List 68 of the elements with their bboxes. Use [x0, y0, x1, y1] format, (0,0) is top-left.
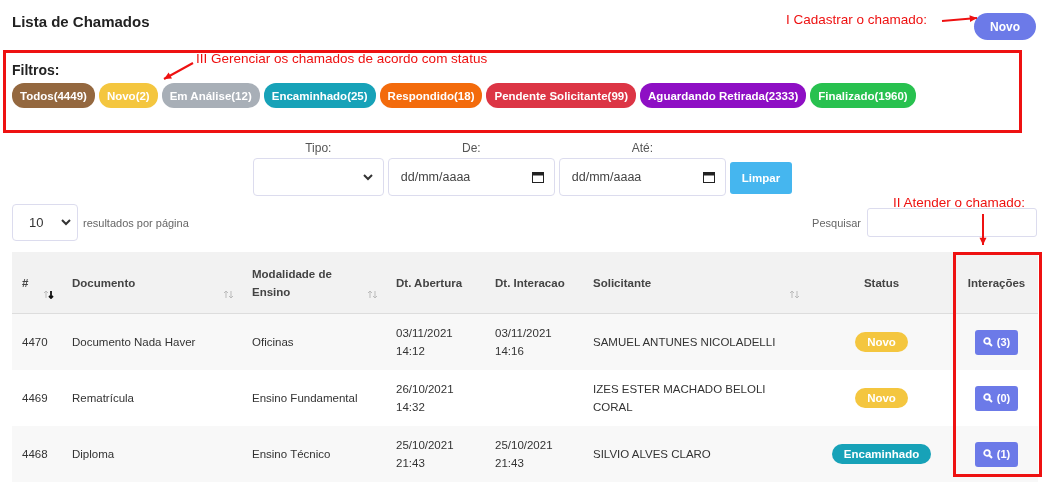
- annotation-text: II Atender o chamado:: [893, 195, 1026, 210]
- id-text: 4469: [22, 391, 48, 406]
- annotation-text: III Gerenciar os chamados de acordo com status: [196, 51, 488, 66]
- date-time-text: 25/10/2021 21:43: [495, 438, 553, 471]
- type-select[interactable]: [252, 158, 384, 196]
- date-time-text: 03/11/2021 14:12: [396, 326, 453, 359]
- document-text: Rematrícula: [72, 391, 134, 406]
- requester-text: SAMUEL ANTUNES NICOLADELLI: [593, 335, 776, 350]
- document-text: Diploma: [72, 447, 115, 462]
- interactions-button[interactable]: (0): [974, 385, 1019, 411]
- requester-text: SILVIO ALVES CLARO: [593, 447, 711, 462]
- annotation-text: I Cadastrar o chamado:: [786, 12, 928, 27]
- filters-label: Filtros:: [12, 62, 60, 78]
- id-text: 4468: [22, 447, 48, 462]
- status-filter-pill[interactable]: Em Análise(12): [161, 83, 260, 108]
- annotation-arrow: [163, 62, 194, 80]
- date-input[interactable]: dd/mm/aaaa: [400, 159, 532, 195]
- date-field[interactable]: dd/mm/aaaa: [387, 158, 555, 196]
- column-header: Status: [808, 252, 955, 314]
- date-field[interactable]: dd/mm/aaaa: [558, 158, 726, 196]
- search-icon: [982, 393, 993, 403]
- requester-text: IZES ESTER MACHADO BELOLI CORAL: [593, 382, 767, 415]
- status-filter-pill[interactable]: Finalizado(1960): [810, 83, 916, 108]
- chevron-down-icon: [362, 173, 373, 181]
- interactions-button[interactable]: (3): [974, 329, 1019, 355]
- column-header: Modalidade de Ensino: [242, 252, 386, 314]
- date-input[interactable]: dd/mm/aaaa: [571, 159, 703, 195]
- column-header: Solicitante: [583, 252, 808, 314]
- status-badge: Novo: [855, 388, 908, 408]
- chevron-down-icon: [61, 219, 71, 226]
- clear-button[interactable]: Limpar: [729, 162, 793, 194]
- modality-text: Ensino Fundamental: [252, 391, 358, 406]
- calendar-icon: [531, 171, 544, 183]
- calendar-icon: [702, 171, 715, 183]
- page-size-select[interactable]: 10: [12, 204, 78, 241]
- new-button[interactable]: Novo: [974, 13, 1036, 40]
- date-time-text: 03/11/2021 14:16: [495, 326, 552, 359]
- status-badge: Encaminhado: [831, 444, 932, 464]
- status-badge: Novo: [855, 332, 908, 352]
- search-label: Pesquisar: [812, 216, 861, 229]
- search-field[interactable]: [867, 208, 1037, 237]
- page-title: Lista de Chamados: [12, 13, 150, 30]
- field-label: De:: [462, 141, 481, 157]
- modality-text: Oficinas: [252, 335, 294, 350]
- field-label: Tipo:: [305, 141, 332, 157]
- column-header: #: [12, 252, 62, 314]
- interactions-button[interactable]: (1): [974, 441, 1019, 467]
- status-filter-pill[interactable]: Respondido(18): [379, 83, 483, 108]
- date-time-text: 25/10/2021 21:43: [396, 438, 454, 471]
- id-text: 4470: [22, 335, 48, 350]
- date-time-text: 26/10/2021 14:32: [396, 382, 454, 415]
- status-filter-pill[interactable]: Encaminhado(25): [263, 83, 376, 108]
- status-filter-pill[interactable]: Aguardando Retirada(2333): [640, 83, 807, 108]
- sort-icon[interactable]: [43, 290, 54, 299]
- column-header: Dt. Interacao: [485, 252, 583, 314]
- document-text: Documento Nada Haver: [72, 335, 196, 350]
- page-size-label: resultados por página: [83, 216, 189, 229]
- status-filter-pill[interactable]: Pendente Solicitante(99): [486, 83, 637, 108]
- status-filter-pill[interactable]: Todos(4449): [12, 83, 95, 108]
- search-icon: [982, 449, 993, 459]
- column-header: Documento: [62, 252, 242, 314]
- column-header: Interações: [955, 252, 1038, 314]
- annotation-arrow: [979, 213, 987, 246]
- search-icon: [982, 337, 993, 347]
- annotation-arrow: [941, 15, 978, 23]
- modality-text: Ensino Técnico: [252, 447, 331, 462]
- field-label: Até:: [631, 141, 653, 157]
- column-header: Dt. Abertura: [386, 252, 485, 314]
